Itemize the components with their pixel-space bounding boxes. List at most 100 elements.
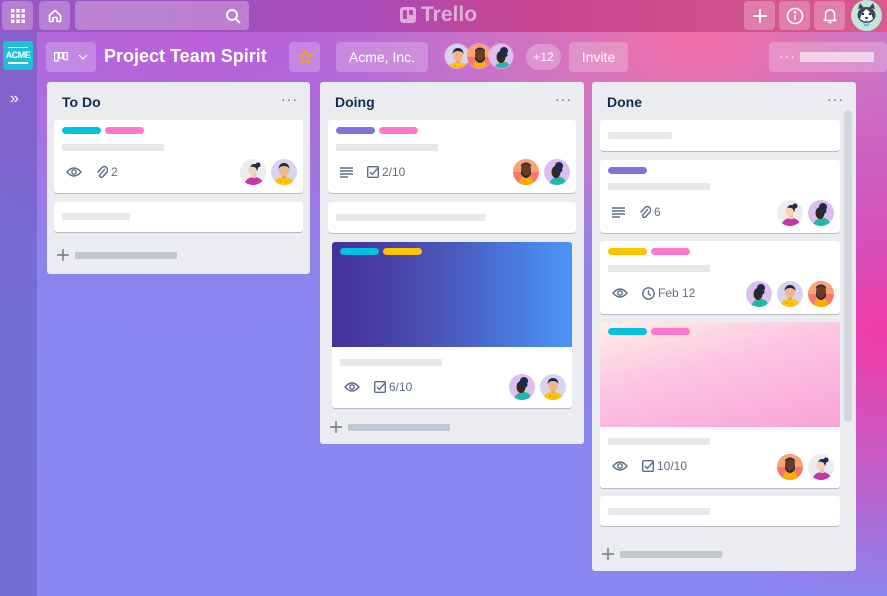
card[interactable]: 2 xyxy=(54,120,303,193)
info-button[interactable] xyxy=(779,1,810,30)
card-members xyxy=(777,454,834,480)
card-member-avatar[interactable] xyxy=(808,454,834,480)
checklist-count: 10/10 xyxy=(657,459,688,473)
label-cyan[interactable] xyxy=(62,127,101,134)
card-cover-pink xyxy=(600,322,840,427)
workspace-name: Acme, Inc. xyxy=(348,49,416,65)
logo-overline xyxy=(8,47,28,48)
attachments-badge: 2 xyxy=(96,165,118,179)
eye-icon xyxy=(344,382,360,392)
card[interactable]: 2/10 xyxy=(328,120,576,193)
plus-icon xyxy=(602,548,614,560)
card-member-avatar[interactable] xyxy=(240,159,266,185)
view-switcher-button[interactable] xyxy=(46,42,96,72)
label-cyan[interactable] xyxy=(340,248,379,255)
attachments-count: 6 xyxy=(654,205,661,219)
board-menu-button[interactable]: ··· xyxy=(769,42,887,72)
label-yellow[interactable] xyxy=(608,248,647,255)
card[interactable] xyxy=(328,202,576,233)
home-icon xyxy=(48,9,61,22)
search-input[interactable] xyxy=(75,1,249,30)
apps-button[interactable] xyxy=(2,1,33,30)
card-with-cover[interactable]: 6/10 xyxy=(332,242,572,408)
label-pink[interactable] xyxy=(651,328,690,335)
card-with-cover[interactable]: 10/10 xyxy=(600,322,840,488)
label-cyan[interactable] xyxy=(608,328,647,335)
card-member-avatar[interactable] xyxy=(746,281,772,307)
invite-button[interactable]: Invite xyxy=(569,42,628,72)
card-title-placeholder xyxy=(608,183,710,190)
board-title[interactable]: Project Team Spirit xyxy=(104,46,267,67)
expand-sidebar-icon[interactable]: » xyxy=(10,90,19,108)
card-member-avatar[interactable] xyxy=(808,200,834,226)
add-card-button[interactable] xyxy=(602,548,722,560)
description-icon xyxy=(340,166,353,178)
card-members xyxy=(513,159,570,185)
label-pink[interactable] xyxy=(105,127,144,134)
card-title-placeholder xyxy=(608,438,710,445)
workspace-logo[interactable]: ACME xyxy=(3,41,33,70)
checklist-count: 6/10 xyxy=(389,380,413,394)
card-badges: 2/10 xyxy=(340,165,405,179)
grid-icon xyxy=(10,8,25,23)
label-pink[interactable] xyxy=(651,248,690,255)
more-members-badge[interactable]: +12 xyxy=(526,44,561,70)
eye-icon xyxy=(612,288,628,298)
card-badges: 2 xyxy=(66,165,118,179)
card-badges: Feb 12 xyxy=(612,286,695,300)
star-button[interactable] xyxy=(289,42,320,72)
card-member-avatar[interactable] xyxy=(513,159,539,185)
list-scrollbar[interactable] xyxy=(844,110,852,422)
list-title[interactable]: Doing xyxy=(335,94,375,110)
card-labels xyxy=(336,127,418,134)
label-purple[interactable] xyxy=(608,167,647,174)
card[interactable] xyxy=(600,120,840,151)
create-button[interactable] xyxy=(744,1,775,30)
card-member-avatar[interactable] xyxy=(777,454,803,480)
checklist-count: 2/10 xyxy=(382,165,406,179)
card-member-avatar[interactable] xyxy=(544,159,570,185)
card-labels xyxy=(608,328,690,335)
plus-icon xyxy=(752,8,767,23)
due-date-badge[interactable]: Feb 12 xyxy=(642,286,695,300)
card-badges: 6 xyxy=(612,205,661,219)
card-title-placeholder xyxy=(62,213,130,220)
card[interactable] xyxy=(600,496,840,526)
card-title-placeholder xyxy=(340,359,442,366)
label-pink[interactable] xyxy=(379,127,418,134)
card[interactable]: Feb 12 xyxy=(600,241,840,314)
star-icon xyxy=(297,49,312,64)
list-title[interactable]: To Do xyxy=(62,94,101,110)
label-purple[interactable] xyxy=(336,127,375,134)
watch-badge xyxy=(612,460,628,472)
account-avatar[interactable] xyxy=(851,0,882,31)
card-member-avatar[interactable] xyxy=(777,281,803,307)
card[interactable] xyxy=(54,202,303,232)
list-title[interactable]: Done xyxy=(607,94,642,110)
trello-logo[interactable]: Trello xyxy=(400,3,477,27)
card-member-avatar[interactable] xyxy=(271,159,297,185)
notifications-button[interactable] xyxy=(814,1,845,30)
member-avatar[interactable] xyxy=(488,43,514,69)
card-badges: 6/10 xyxy=(344,380,412,394)
list-menu-icon[interactable]: ··· xyxy=(827,91,844,107)
checklist-badge: 2/10 xyxy=(367,165,405,179)
board-members xyxy=(444,43,514,69)
bell-icon xyxy=(822,9,837,24)
label-yellow[interactable] xyxy=(383,248,422,255)
card-member-avatar[interactable] xyxy=(777,200,803,226)
list-menu-icon[interactable]: ··· xyxy=(281,91,298,107)
card[interactable]: 6 xyxy=(600,160,840,233)
card-member-avatar[interactable] xyxy=(808,281,834,307)
add-card-button[interactable] xyxy=(57,249,177,261)
add-card-button[interactable] xyxy=(330,421,450,433)
workspace-button[interactable]: Acme, Inc. xyxy=(336,42,428,72)
checklist-icon xyxy=(374,381,386,393)
logo-text: Trello xyxy=(421,3,478,26)
card-member-avatar[interactable] xyxy=(540,374,566,400)
card-member-avatar[interactable] xyxy=(509,374,535,400)
workspace-logo-text: ACME xyxy=(5,50,31,60)
list-menu-icon[interactable]: ··· xyxy=(555,91,572,107)
card-title-placeholder xyxy=(336,214,485,221)
home-button[interactable] xyxy=(39,1,70,30)
